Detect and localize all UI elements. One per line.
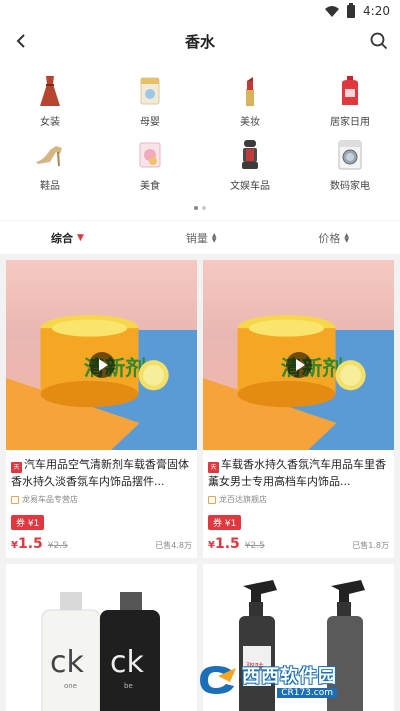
shop-icon [208, 495, 216, 504]
category-label: 美食 [140, 181, 160, 192]
product-grid: 清新剂 天汽车用品空气清新剂车载香膏固体香水持久淡香氛车内饰品摆件... 龙易车… [0, 254, 400, 711]
shop-row[interactable]: 龙易车品专营店 [11, 494, 192, 505]
watermark-text: 西西软件园 [242, 666, 337, 687]
product-title[interactable]: 天汽车用品空气清新剂车载香膏固体香水持久淡香氛车内饰品摆件... [11, 456, 192, 490]
price: ¥1.5 [208, 536, 240, 552]
category-label: 美妆 [240, 117, 260, 128]
carousel-indicator [0, 192, 400, 214]
car-seat-icon [234, 138, 266, 172]
status-bar: 4:20 [0, 0, 400, 22]
category-beauty[interactable]: 美妆 [200, 74, 300, 128]
wifi-icon [325, 5, 340, 17]
search-button[interactable] [368, 30, 390, 52]
play-video-button[interactable] [88, 352, 115, 378]
tmall-badge-icon: 天 [11, 462, 22, 473]
chevron-down-icon: ▼ [76, 232, 84, 243]
indicator-dot [194, 206, 198, 210]
shop-name: 龙百达旗舰店 [219, 495, 267, 504]
shop-icon [11, 495, 19, 504]
detergent-bottle-icon [334, 74, 366, 108]
dress-icon [34, 74, 66, 108]
category-entertainment-auto[interactable]: 文娱车品 [200, 138, 300, 192]
category-section: 女装 母婴 美妆 居家日用 鞋品 美食 文娱车品 数码家电 [0, 60, 400, 220]
svg-text:ck: ck [50, 645, 84, 680]
sort-label: 销量 [185, 231, 208, 245]
sold-count: 已售1.8万 [352, 541, 389, 550]
sold-count: 已售4.8万 [155, 541, 192, 550]
category-home-daily[interactable]: 居家日用 [300, 74, 400, 128]
sort-label: 综合 [50, 231, 73, 245]
category-label: 文娱车品 [230, 181, 270, 192]
lipstick-icon [234, 74, 266, 108]
washing-machine-icon [334, 138, 366, 172]
status-time: 4:20 [363, 4, 390, 18]
baby-formula-icon [134, 74, 166, 108]
category-shoes[interactable]: 鞋品 [0, 138, 100, 192]
category-label: 居家日用 [330, 117, 370, 128]
product-title[interactable]: 天车载香水持久香氛汽车用品车里香薰女男士专用高档车内饰品... [208, 456, 389, 490]
svg-text:be: be [124, 682, 133, 690]
watermark-subtext: CR173.com [277, 688, 337, 698]
search-icon [370, 32, 388, 50]
category-label: 鞋品 [40, 181, 60, 192]
shop-name: 龙易车品专营店 [22, 495, 78, 504]
sort-updown-icon: ▲ ▼ [211, 231, 217, 244]
sort-bar: 综合 ▼ 销量 ▲ ▼ 价格 ▲ ▼ [0, 220, 400, 254]
product-image[interactable]: 清新剂 [6, 260, 197, 450]
tmall-badge-icon: 天 [208, 462, 219, 473]
sort-updown-icon: ▲ ▼ [344, 231, 350, 244]
chevron-left-icon [16, 34, 25, 48]
category-mother-baby[interactable]: 母婴 [100, 74, 200, 128]
product-image[interactable]: 清新剂 [203, 260, 394, 450]
svg-text:one: one [64, 682, 77, 690]
category-label: 女装 [40, 117, 60, 128]
product-card[interactable]: ck one ck be [6, 564, 197, 711]
price-row: ¥1.5 ¥2.5 已售4.8万 [11, 536, 192, 552]
perfume-bottle-black: ck be [100, 592, 160, 711]
category-digital-appliance[interactable]: 数码家电 [300, 138, 400, 192]
perfume-bottle-white: ck one [41, 592, 101, 711]
category-label: 数码家电 [330, 181, 370, 192]
shop-row[interactable]: 龙百达旗舰店 [208, 494, 389, 505]
category-label: 母婴 [140, 117, 160, 128]
site-watermark: 西西软件园 CR173.com [196, 659, 384, 701]
sort-label: 价格 [318, 231, 341, 245]
battery-icon [347, 2, 356, 18]
play-video-button[interactable] [285, 352, 312, 378]
original-price: ¥2.5 [47, 541, 68, 551]
price: ¥1.5 [11, 536, 43, 552]
sort-price[interactable]: 价格 ▲ ▼ [318, 230, 349, 246]
coupon-badge: 券 ¥1 [208, 515, 242, 530]
page-title: 香水 [184, 32, 215, 51]
category-food[interactable]: 美食 [100, 138, 200, 192]
original-price: ¥2.5 [244, 541, 265, 551]
product-card[interactable]: 清新剂 天汽车用品空气清新剂车载香膏固体香水持久淡香氛车内饰品摆件... 龙易车… [6, 260, 197, 558]
watermark-logo-icon [200, 666, 236, 694]
back-button[interactable] [10, 30, 32, 52]
category-women-clothing[interactable]: 女装 [0, 74, 100, 128]
price-row: ¥1.5 ¥2.5 已售1.8万 [208, 536, 389, 552]
sort-comprehensive[interactable]: 综合 ▼ [51, 230, 84, 246]
sort-sales[interactable]: 销量 ▲ ▼ [186, 230, 217, 246]
coupon-badge: 券 ¥1 [11, 515, 45, 530]
svg-text:ck: ck [110, 645, 144, 680]
snack-icon [134, 138, 166, 172]
header: 香水 [0, 22, 400, 60]
high-heel-icon [34, 138, 66, 172]
product-card[interactable]: 清新剂 天车载香水持久香氛汽车用品车里香薰女男士专用高档车内饰品... 龙百达旗… [203, 260, 394, 558]
indicator-dot [202, 206, 206, 210]
